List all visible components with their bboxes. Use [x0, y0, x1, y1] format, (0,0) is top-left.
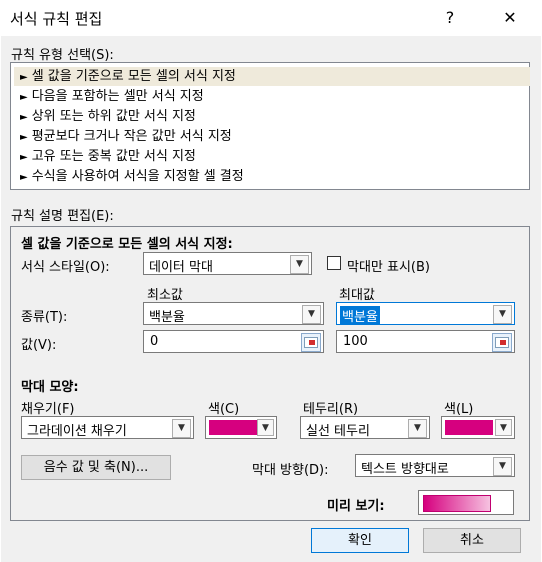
fill-value: 그라데이션 채우기 [27, 424, 127, 439]
fill-color-label: 색(C) [208, 402, 240, 417]
bar-appearance-heading: 막대 모양: [21, 380, 79, 395]
rule-type-list[interactable]: ► 셀 값을 기준으로 모든 셀의 서식 지정 ► 다음을 포함하는 셀만 서식 지… [10, 62, 530, 190]
fill-color-swatch [209, 420, 257, 435]
chevron-down-icon: ▼ [495, 419, 512, 436]
fill-color-picker[interactable]: ▼ [205, 416, 277, 439]
rule-type-label: 규칙 유형 선택(S): [11, 44, 114, 63]
dialog-title: 서식 규칙 편집 [10, 10, 103, 28]
rule-type-item-label: 상위 또는 하위 값만 서식 지정 [31, 109, 196, 124]
type-label: 종류(T): [21, 310, 68, 325]
rule-type-item-label: 수식을 사용하여 서식을 지정할 셀 결정 [31, 169, 244, 184]
min-type-select[interactable]: 백분율 ▼ [143, 302, 324, 325]
rule-type-item[interactable]: ► 평균보다 크거나 작은 값만 서식 지정 [14, 127, 530, 146]
rule-type-item-label: 셀 값을 기준으로 모든 셀의 서식 지정 [31, 69, 236, 84]
arrow-right-icon: ► [20, 112, 28, 123]
rule-desc-heading: 셀 값을 기준으로 모든 셀의 서식 지정: [21, 237, 233, 252]
arrow-right-icon: ► [20, 172, 28, 183]
chevron-down-icon: ▼ [290, 255, 309, 274]
chevron-down-icon: ▼ [172, 419, 191, 438]
border-select[interactable]: 실선 테두리 ▼ [300, 416, 430, 439]
fill-label: 채우기(F) [21, 402, 75, 417]
rule-type-item-label: 다음을 포함하는 셀만 서식 지정 [31, 89, 204, 104]
min-type-value: 백분율 [149, 310, 185, 325]
value-label: 값(V): [21, 338, 57, 353]
cell-reference-icon[interactable] [301, 333, 321, 352]
rule-desc-label: 규칙 설명 편집(E): [11, 209, 114, 224]
format-style-select[interactable]: 데이터 막대 ▼ [143, 252, 312, 275]
rule-type-item[interactable]: ► 고유 또는 중복 값만 서식 지정 [14, 147, 530, 166]
preview-box [418, 490, 514, 515]
chevron-down-icon: ▼ [408, 419, 427, 438]
rule-type-item-label: 평균보다 크거나 작은 값만 서식 지정 [31, 129, 232, 144]
fill-select[interactable]: 그라데이션 채우기 ▼ [21, 416, 194, 439]
border-color-picker[interactable]: ▼ [441, 416, 515, 439]
preview-bar [423, 495, 491, 512]
format-style-value: 데이터 막대 [149, 260, 213, 275]
rule-type-item[interactable]: ► 상위 또는 하위 값만 서식 지정 [14, 107, 530, 126]
border-label: 테두리(R) [303, 402, 359, 417]
bar-only-label: 막대만 표시(B) [347, 260, 430, 275]
rule-type-item[interactable]: ► 다음을 포함하는 셀만 서식 지정 [14, 87, 530, 106]
direction-value: 텍스트 방향대로 [361, 462, 449, 477]
cancel-button[interactable]: 취소 [423, 528, 521, 553]
min-value-text: 0 [150, 334, 159, 349]
border-value: 실선 테두리 [306, 424, 370, 439]
rule-type-item[interactable]: ► 수식을 사용하여 서식을 지정할 셀 결정 [14, 167, 530, 186]
max-type-value: 백분율 [340, 306, 380, 325]
negative-values-button[interactable]: 음수 값 및 축(N)... [21, 455, 171, 480]
rule-type-item[interactable]: ► 셀 값을 기준으로 모든 셀의 서식 지정 [14, 67, 530, 86]
arrow-right-icon: ► [20, 92, 28, 103]
rule-type-label-text: 규칙 유형 선택(S): [11, 48, 114, 63]
min-value-input[interactable]: 0 [143, 330, 324, 353]
max-type-select[interactable]: 백분율 ▼ [336, 302, 515, 325]
arrow-right-icon: ► [20, 132, 28, 143]
max-value-input[interactable]: 100 [336, 330, 515, 353]
cell-reference-icon[interactable] [492, 333, 512, 352]
close-button[interactable]: ✕ [490, 5, 530, 31]
title-bar: 서식 규칙 편집 ? ✕ [0, 0, 542, 36]
bar-only-checkbox[interactable] [327, 256, 341, 270]
min-header: 최소값 [147, 288, 183, 303]
chevron-down-icon: ▼ [257, 419, 274, 436]
chevron-down-icon: ▼ [493, 305, 512, 324]
max-header: 최대값 [339, 288, 375, 303]
direction-select[interactable]: 텍스트 방향대로 ▼ [355, 454, 515, 477]
direction-label: 막대 방향(D): [252, 463, 329, 478]
format-style-label: 서식 스타일(O): [21, 260, 110, 275]
rule-type-item-label: 고유 또는 중복 값만 서식 지정 [31, 149, 196, 164]
help-button[interactable]: ? [436, 5, 464, 31]
max-value-text: 100 [343, 334, 368, 349]
arrow-right-icon: ► [20, 152, 28, 163]
border-color-label: 색(L) [444, 402, 474, 417]
chevron-down-icon: ▼ [302, 305, 321, 324]
arrow-right-icon: ► [20, 72, 28, 83]
border-color-swatch [445, 420, 493, 435]
preview-label: 미리 보기: [327, 499, 385, 514]
chevron-down-icon: ▼ [493, 457, 512, 476]
ok-button[interactable]: 확인 [311, 528, 409, 553]
